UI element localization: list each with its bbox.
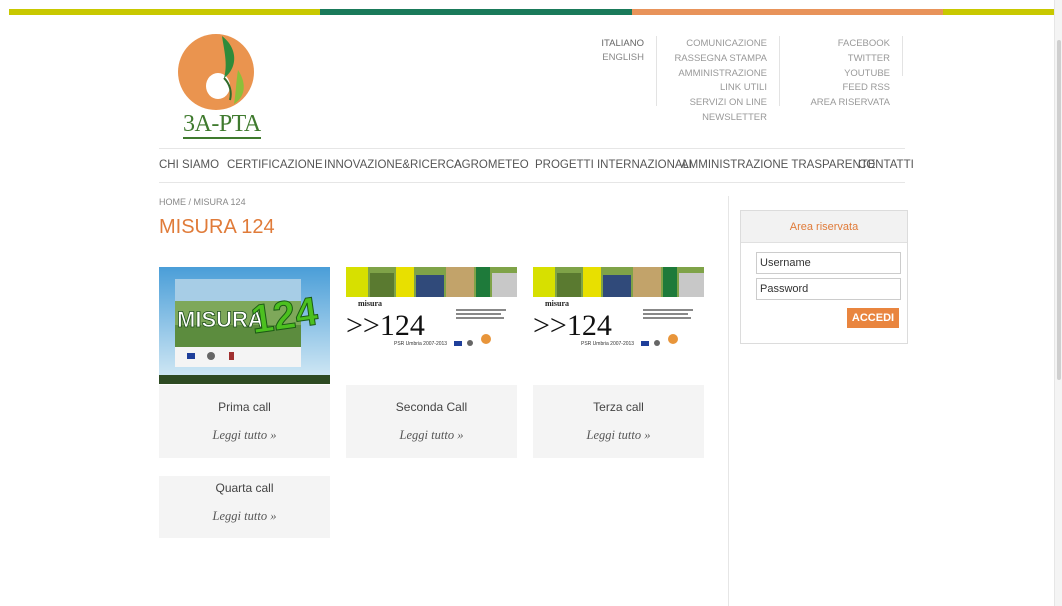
card-seconda-call: Seconda Call Leggi tutto » (346, 385, 517, 458)
lang-italiano[interactable]: ITALIANO (600, 37, 644, 51)
card-image-caption: PSR Umbria 2007-2013 (394, 341, 447, 347)
scrollbar[interactable] (1054, 0, 1062, 606)
header-divider (656, 36, 657, 106)
nav-item-contatti[interactable]: CONTATTI (858, 159, 914, 171)
util-link[interactable]: SERVIZI ON LINE (660, 96, 767, 111)
card-quarta-call: Quarta call Leggi tutto » (159, 476, 330, 538)
language-switcher: ITALIANO ENGLISH (600, 37, 644, 65)
scrollbar-thumb[interactable] (1057, 40, 1061, 380)
card-image-small: misura (358, 299, 382, 308)
card-image-seconda-call[interactable]: misura >>124 PSR Umbria 2007-2013 (346, 267, 517, 384)
util-link[interactable]: AMMINISTRAZIONE (660, 67, 767, 82)
header-divider (902, 36, 903, 76)
lang-english[interactable]: ENGLISH (600, 51, 644, 65)
page-title: MISURA 124 (159, 216, 275, 238)
read-more-link[interactable]: Leggi tutto » (533, 428, 704, 443)
main-nav: CHI SIAMO CERTIFICAZIONE INNOVAZIONE&RIC… (159, 148, 914, 183)
card-title[interactable]: Seconda Call (346, 400, 517, 414)
read-more-link[interactable]: Leggi tutto » (159, 509, 330, 524)
breadcrumb-home[interactable]: HOME (159, 197, 186, 207)
utility-links: COMUNICAZIONE RASSEGNA STAMPA AMMINISTRA… (660, 37, 767, 126)
card-terza-call: Terza call Leggi tutto » (533, 385, 704, 458)
nav-item-amministrazione-trasparente[interactable]: AMMINISTRAZIONE TRASPARENTE (681, 159, 875, 171)
social-links: FACEBOOK TWITTER YOUTUBE FEED RSS AREA R… (790, 37, 890, 111)
read-more-link[interactable]: Leggi tutto » (346, 428, 517, 443)
username-input[interactable] (756, 252, 901, 274)
breadcrumb-separator: / (188, 197, 192, 207)
card-image-number: >>124 (533, 309, 612, 342)
logo-text[interactable]: 3A-PTA (183, 112, 261, 139)
sidebar-divider (728, 196, 729, 606)
nav-item-chi-siamo[interactable]: CHI SIAMO (159, 159, 219, 171)
login-button[interactable]: ACCEDI (847, 308, 899, 328)
card-image-caption: PSR Umbria 2007-2013 (581, 341, 634, 347)
card-image-number: >>124 (346, 309, 425, 342)
util-link[interactable]: RASSEGNA STAMPA (660, 52, 767, 67)
nav-item-innovazione-ricerca[interactable]: INNOVAZIONE&RICERCA (324, 159, 462, 171)
read-more-link[interactable]: Leggi tutto » (159, 428, 330, 443)
util-link[interactable]: NEWSLETTER (660, 111, 767, 126)
nav-item-certificazione[interactable]: CERTIFICAZIONE (227, 159, 323, 171)
breadcrumb-current: MISURA 124 (193, 197, 246, 207)
social-link-facebook[interactable]: FACEBOOK (790, 37, 890, 52)
card-image-terza-call[interactable]: misura >>124 PSR Umbria 2007-2013 (533, 267, 704, 384)
social-link-youtube[interactable]: YOUTUBE (790, 67, 890, 82)
breadcrumb: HOME / MISURA 124 (159, 197, 246, 207)
util-link[interactable]: LINK UTILI (660, 81, 767, 96)
top-color-bar (9, 9, 1061, 15)
nav-item-agrometeo[interactable]: AGROMETEO (454, 159, 529, 171)
card-title[interactable]: Terza call (533, 400, 704, 414)
card-image-number: 124 (248, 289, 321, 342)
login-box: Area riservata ACCEDI (740, 210, 908, 344)
card-image-prima-call[interactable]: MISURA 124 (159, 267, 330, 384)
card-title[interactable]: Quarta call (159, 481, 330, 495)
social-link-rss[interactable]: FEED RSS (790, 81, 890, 96)
util-link[interactable]: COMUNICAZIONE (660, 37, 767, 52)
password-input[interactable] (756, 278, 901, 300)
social-link-twitter[interactable]: TWITTER (790, 52, 890, 67)
card-title[interactable]: Prima call (159, 400, 330, 414)
login-title: Area riservata (741, 211, 907, 243)
social-link-area-riservata[interactable]: AREA RISERVATA (790, 96, 890, 111)
header-divider (779, 36, 780, 106)
card-prima-call: Prima call Leggi tutto » (159, 385, 330, 458)
nav-item-progetti-internazionali[interactable]: PROGETTI INTERNAZIONALI (535, 159, 692, 171)
card-image-small: misura (545, 299, 569, 308)
